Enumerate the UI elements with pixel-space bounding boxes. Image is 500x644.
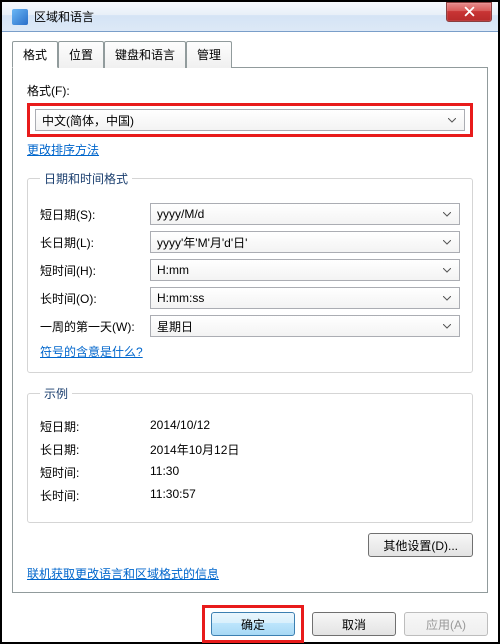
- online-info-link[interactable]: 联机获取更改语言和区域格式的信息: [27, 567, 219, 581]
- chevron-down-icon: [439, 268, 455, 273]
- tab-location[interactable]: 位置: [58, 41, 104, 68]
- ok-highlight: 确定: [202, 605, 304, 643]
- symbol-meaning-link[interactable]: 符号的含意是什么?: [40, 345, 143, 359]
- datetime-legend: 日期和时间格式: [40, 170, 132, 187]
- chevron-down-icon: [439, 296, 455, 301]
- close-button[interactable]: [446, 2, 492, 22]
- long-date-dropdown[interactable]: yyyy'年'M'月'd'日': [150, 231, 460, 253]
- example-group: 示例 短日期: 2014/10/12 长日期: 2014年10月12日 短时间:…: [27, 385, 473, 523]
- short-date-value: yyyy/M/d: [157, 207, 204, 221]
- tab-admin[interactable]: 管理: [186, 41, 232, 68]
- titlebar: 区域和语言: [2, 2, 498, 32]
- format-highlight: 中文(简体，中国): [27, 103, 473, 137]
- format-label: 格式(F):: [27, 82, 473, 99]
- first-day-value: 星期日: [157, 318, 193, 335]
- ex-short-time-value: 11:30: [150, 464, 179, 481]
- tabstrip: 格式 位置 键盘和语言 管理: [12, 40, 488, 67]
- sort-method-link[interactable]: 更改排序方法: [27, 143, 99, 157]
- close-icon: [464, 6, 475, 17]
- chevron-down-icon: [439, 240, 455, 245]
- example-legend: 示例: [40, 385, 72, 402]
- window-icon: [12, 9, 28, 25]
- tab-format[interactable]: 格式: [12, 41, 58, 68]
- ex-short-date-label: 短日期:: [40, 418, 150, 435]
- first-day-dropdown[interactable]: 星期日: [150, 315, 460, 337]
- long-date-label: 长日期(L):: [40, 234, 150, 251]
- short-date-label: 短日期(S):: [40, 206, 150, 223]
- tab-panel-format: 格式(F): 中文(简体，中国) 更改排序方法 日期和时间格式 短日期(S): …: [12, 67, 488, 593]
- long-time-value: H:mm:ss: [157, 291, 204, 305]
- short-time-value: H:mm: [157, 263, 189, 277]
- first-day-label: 一周的第一天(W):: [40, 318, 150, 335]
- short-time-label: 短时间(H):: [40, 262, 150, 279]
- format-dropdown-value: 中文(简体，中国): [42, 112, 134, 129]
- long-time-dropdown[interactable]: H:mm:ss: [150, 287, 460, 309]
- ex-long-time-value: 11:30:57: [150, 487, 196, 504]
- window-title: 区域和语言: [34, 8, 94, 25]
- ex-short-date-value: 2014/10/12: [150, 418, 210, 435]
- ex-short-time-label: 短时间:: [40, 464, 150, 481]
- apply-button: 应用(A): [404, 612, 488, 636]
- format-dropdown[interactable]: 中文(简体，中国): [35, 109, 465, 131]
- dialog-body: 格式 位置 键盘和语言 管理 格式(F): 中文(简体，中国) 更改排序方法 日…: [2, 32, 498, 642]
- tab-keyboard-lang[interactable]: 键盘和语言: [104, 41, 186, 68]
- ok-button[interactable]: 确定: [211, 612, 295, 636]
- ex-long-time-label: 长时间:: [40, 487, 150, 504]
- ex-long-date-value: 2014年10月12日: [150, 441, 239, 458]
- chevron-down-icon: [439, 212, 455, 217]
- datetime-group: 日期和时间格式 短日期(S): yyyy/M/d 长日期(L): yyyy'年'…: [27, 170, 473, 373]
- short-date-dropdown[interactable]: yyyy/M/d: [150, 203, 460, 225]
- short-time-dropdown[interactable]: H:mm: [150, 259, 460, 281]
- long-time-label: 长时间(O):: [40, 290, 150, 307]
- cancel-button[interactable]: 取消: [312, 612, 396, 636]
- chevron-down-icon: [439, 324, 455, 329]
- ex-long-date-label: 长日期:: [40, 441, 150, 458]
- chevron-down-icon: [444, 118, 460, 123]
- dialog-button-row: 确定 取消 应用(A): [12, 605, 488, 643]
- other-settings-button[interactable]: 其他设置(D)...: [368, 533, 473, 557]
- long-date-value: yyyy'年'M'月'd'日': [157, 234, 247, 251]
